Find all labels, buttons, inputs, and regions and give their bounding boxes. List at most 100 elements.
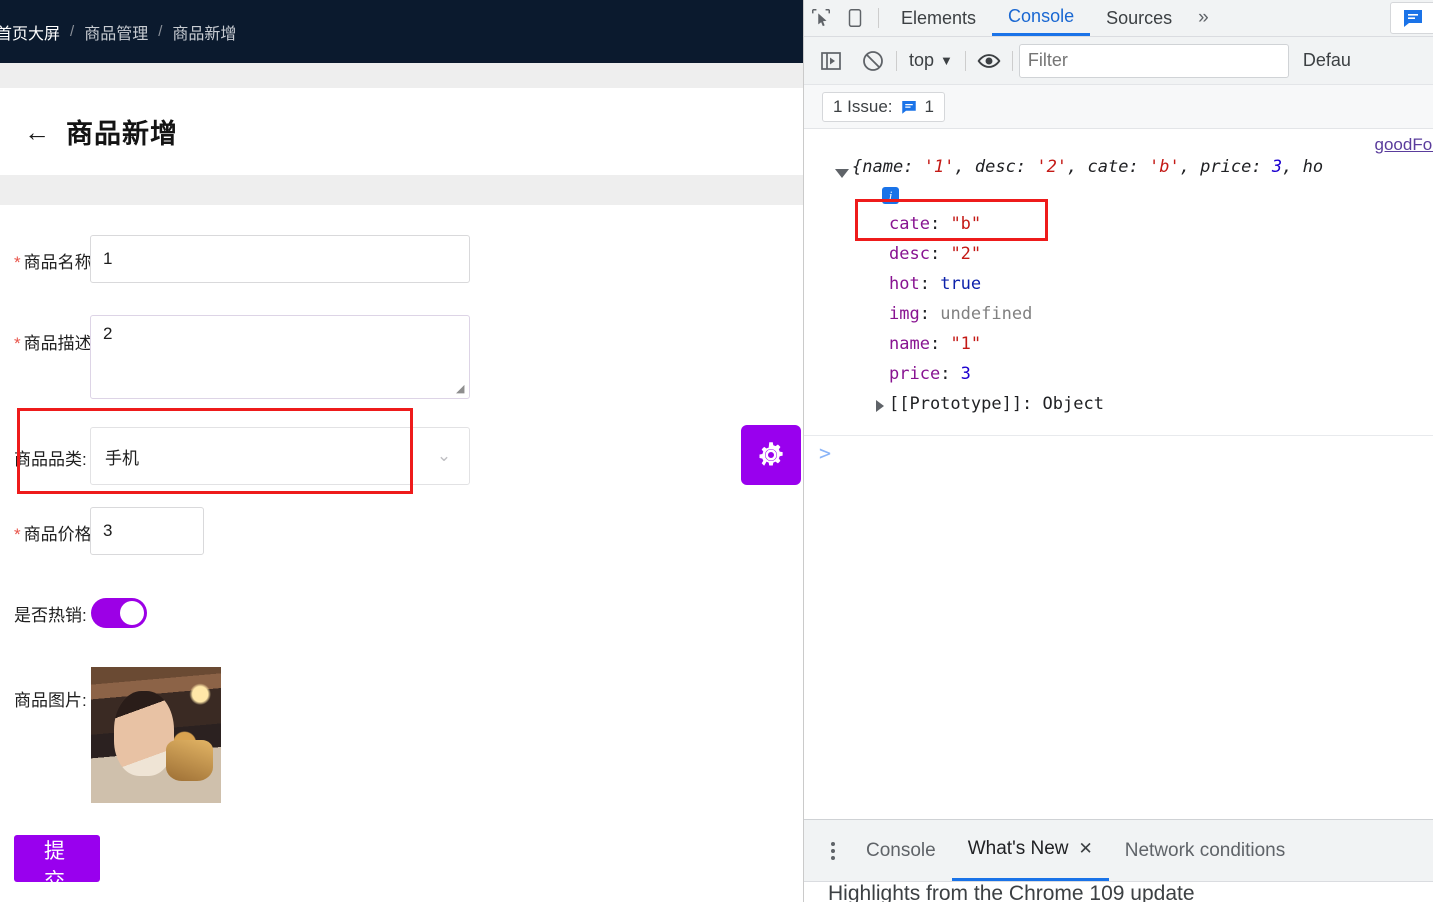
goods-cate-selected-value: 手机 [105, 448, 139, 468]
console-property-name[interactable]: name: "1" [889, 334, 981, 354]
page-title-card: ← 商品新增 [0, 88, 803, 175]
drawer-body: Highlights from the Chrome 109 update [804, 882, 1433, 902]
drawer-tabbar: Console What's New ✕ Network conditions [804, 820, 1433, 882]
console-property-prototype[interactable]: [[Prototype]]: Object [889, 394, 1104, 414]
app-header: 首页大屏 / 商品管理 / 商品新增 [0, 0, 803, 63]
preview-value-name: '1' [923, 157, 955, 177]
console-property-img[interactable]: img: undefined [889, 304, 1032, 324]
tab-elements[interactable]: Elements [885, 0, 992, 36]
preview-value-cate: 'b' [1148, 157, 1180, 177]
drawer-tab-network-conditions[interactable]: Network conditions [1109, 821, 1302, 881]
console-source-link[interactable]: goodForm [1375, 135, 1433, 155]
clear-console-icon[interactable] [856, 46, 890, 76]
goods-price-label: * 商品价格 [14, 520, 92, 545]
breadcrumb-item-goods-management[interactable]: 商品管理 [80, 20, 152, 44]
property-value: true [940, 274, 982, 294]
tab-sources[interactable]: Sources [1090, 0, 1188, 36]
goods-image-thumbnail[interactable] [91, 667, 221, 803]
breadcrumb-item-goods-add[interactable]: 商品新增 [168, 20, 240, 44]
cursor-inspect-icon[interactable] [804, 3, 838, 33]
page-title: 商品新增 [66, 119, 178, 149]
object-expand-triangle[interactable] [835, 169, 849, 178]
goods-desc-label: * 商品描述 [14, 329, 92, 354]
toggle-knob [120, 601, 144, 625]
goods-hot-label: 是否热销: [14, 606, 87, 625]
device-toolbar-icon[interactable] [838, 3, 872, 33]
property-key: hot [889, 274, 920, 294]
console-filter-input[interactable] [1018, 43, 1289, 78]
console-prompt-row[interactable]: > [804, 435, 1433, 469]
chevron-down-icon[interactable]: ⌄ [434, 446, 454, 466]
property-key: price [889, 364, 941, 384]
goods-name-input[interactable] [90, 235, 470, 283]
goods-cate-select[interactable]: 手机 [90, 427, 470, 485]
goods-name-label: * 商品名称 [14, 248, 92, 273]
chevron-down-icon: ▼ [940, 53, 953, 68]
whats-new-headline: Highlights from the Chrome 109 update [828, 882, 1195, 902]
drawer-tab-whats-new-label: What's New [967, 838, 1069, 859]
goods-form: *商品名称 *商品描述 ◢ 商品品类: 手机 ⌄ *商品价格 是否热销: [0, 205, 803, 902]
issues-message-icon [901, 100, 916, 114]
property-key: desc [889, 244, 930, 264]
preview-value-desc: '2' [1036, 157, 1068, 177]
required-asterisk: * [14, 334, 21, 353]
drawer-more-options-icon[interactable] [816, 841, 850, 860]
required-asterisk: * [14, 253, 21, 272]
breadcrumb-separator: / [158, 23, 163, 40]
execute-sidebar-icon[interactable] [814, 46, 848, 76]
issues-count: 1 [924, 96, 935, 116]
more-tabs-icon[interactable]: » [1188, 7, 1219, 29]
header-gap-band [0, 63, 803, 88]
prototype-expand-triangle[interactable] [876, 400, 884, 412]
preview-value-price: 3 [1271, 157, 1283, 177]
breadcrumb-item-home[interactable]: 首页大屏 [0, 20, 64, 44]
submit-button[interactable]: 提 交 [14, 835, 100, 893]
issues-count-chip[interactable]: 1 Issue: 1 [822, 91, 946, 122]
console-property-price[interactable]: price: 3 [889, 364, 971, 384]
console-toolbar: top ▼ Defau [804, 37, 1433, 85]
devtools-drawer: Console What's New ✕ Network conditions … [804, 819, 1433, 902]
goods-price-input[interactable] [90, 507, 204, 555]
property-key: name [889, 334, 930, 354]
breadcrumb-separator: / [70, 23, 75, 40]
back-arrow-icon[interactable]: ← [22, 117, 52, 147]
breadcrumb: 首页大屏 / 商品管理 / 商品新增 [0, 20, 240, 44]
console-output: goodForm {name: '1', desc: '2', cate: 'b… [804, 129, 1433, 819]
log-levels-dropdown[interactable]: Defau [1303, 50, 1351, 71]
console-property-desc[interactable]: desc: "2" [889, 244, 981, 264]
context-selector[interactable]: top ▼ [903, 50, 959, 71]
cate-property-highlight-box [855, 199, 1048, 241]
close-icon[interactable]: ✕ [1078, 839, 1092, 859]
preview-key-hot: ho [1302, 157, 1324, 177]
property-key: img [889, 304, 920, 324]
toolbar-divider [1011, 50, 1013, 71]
issues-message-icon[interactable] [1390, 2, 1433, 34]
console-property-hot[interactable]: hot: true [889, 274, 981, 294]
live-expression-eye-icon[interactable] [972, 46, 1006, 76]
goods-cate-label: 商品品类: [14, 450, 87, 469]
devtools-tabbar: Elements Console Sources » [804, 0, 1433, 37]
goods-image-label: 商品图片: [14, 691, 87, 710]
preview-key-desc: desc [974, 157, 1016, 177]
goods-hot-toggle[interactable] [91, 598, 147, 628]
settings-fab-button[interactable] [741, 425, 801, 485]
devtools-panel: Elements Console Sources » top ▼ Filter … [803, 0, 1433, 902]
preview-open-brace: { [852, 157, 863, 177]
goods-name-label-text: 商品名称 [23, 253, 92, 272]
textarea-resize-grip[interactable]: ◢ [456, 383, 468, 395]
preview-key-cate: cate [1087, 157, 1129, 177]
tab-console[interactable]: Console [992, 0, 1091, 36]
preview-key-price: price [1200, 157, 1252, 177]
property-value: undefined [940, 304, 1033, 324]
gear-icon [759, 442, 783, 466]
goods-desc-label-text: 商品描述 [23, 334, 92, 353]
console-prompt-caret: > [819, 441, 832, 465]
web-app-panel: 首页大屏 / 商品管理 / 商品新增 ← 商品新增 *商品名称 *商品描述 [0, 0, 803, 902]
goods-desc-textarea[interactable] [90, 315, 470, 399]
goods-price-label-text: 商品价格 [23, 525, 92, 544]
drawer-tab-console[interactable]: Console [850, 821, 952, 881]
toolbar-divider [896, 50, 897, 71]
required-asterisk: * [14, 525, 21, 544]
drawer-tab-whats-new[interactable]: What's New ✕ [951, 821, 1109, 881]
toolbar-divider [878, 8, 879, 28]
